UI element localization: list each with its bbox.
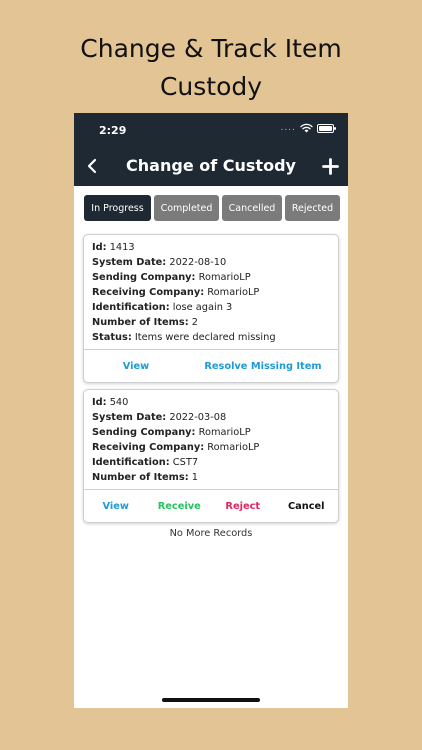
home-indicator[interactable] bbox=[162, 698, 260, 702]
tab-rejected[interactable]: Rejected bbox=[285, 195, 340, 221]
promo-headline: Change & Track Item Custody bbox=[0, 30, 422, 106]
status-icons: .... bbox=[280, 123, 336, 133]
record-details: Id: 540 System Date: 2022-03-08 Sending … bbox=[84, 390, 338, 489]
reject-button[interactable]: Reject bbox=[211, 501, 275, 512]
record-field: Sending Company: RomarioLP bbox=[92, 272, 251, 283]
record-field: Identification: CST7 bbox=[92, 457, 199, 468]
view-button[interactable]: View bbox=[84, 361, 188, 372]
record-field: Id: 540 bbox=[92, 397, 129, 408]
chevron-left-icon bbox=[87, 158, 97, 174]
record-field: Number of Items: 1 bbox=[92, 472, 198, 483]
record-field: Receiving Company: RomarioLP bbox=[92, 442, 260, 453]
record-field: Number of Items: 2 bbox=[92, 317, 198, 328]
page-title: Change of Custody bbox=[126, 156, 296, 175]
custody-record-card: Id: 1413 System Date: 2022-08-10 Sending… bbox=[83, 234, 339, 383]
tab-completed[interactable]: Completed bbox=[154, 195, 219, 221]
record-actions: View Resolve Missing Item bbox=[84, 349, 338, 382]
record-actions: View Receive Reject Cancel bbox=[84, 489, 338, 522]
promo-headline-line2: Custody bbox=[159, 72, 263, 101]
no-more-records-text: No More Records bbox=[169, 528, 253, 539]
status-time: 2:29 bbox=[99, 124, 127, 137]
add-record-button[interactable] bbox=[320, 155, 340, 177]
record-field: Id: 1413 bbox=[92, 242, 135, 253]
receive-button[interactable]: Receive bbox=[148, 501, 212, 512]
record-field: System Date: 2022-08-10 bbox=[92, 257, 227, 268]
battery-icon bbox=[317, 123, 336, 133]
record-field: Identification: lose again 3 bbox=[92, 302, 233, 313]
tab-cancelled[interactable]: Cancelled bbox=[222, 195, 282, 221]
wifi-icon bbox=[300, 123, 313, 133]
status-tabs: In Progress Completed Cancelled Rejected bbox=[84, 195, 340, 221]
app-header: 2:29 .... Change of Custody bbox=[74, 113, 348, 186]
tab-in-progress[interactable]: In Progress bbox=[84, 195, 151, 221]
plus-icon bbox=[321, 157, 339, 175]
phone-screen: 2:29 .... Change of Custody In Progress … bbox=[74, 113, 348, 708]
signal-icon: .... bbox=[280, 123, 296, 133]
record-details: Id: 1413 System Date: 2022-08-10 Sending… bbox=[84, 235, 338, 349]
record-field: Receiving Company: RomarioLP bbox=[92, 287, 260, 298]
back-button[interactable] bbox=[82, 155, 102, 177]
resolve-missing-item-button[interactable]: Resolve Missing Item bbox=[188, 361, 338, 372]
view-button[interactable]: View bbox=[84, 501, 148, 512]
cancel-button[interactable]: Cancel bbox=[275, 501, 339, 512]
record-field: Status: Items were declared missing bbox=[92, 332, 276, 343]
promo-headline-line1: Change & Track Item bbox=[80, 34, 342, 63]
custody-record-card: Id: 540 System Date: 2022-03-08 Sending … bbox=[83, 389, 339, 523]
record-field: System Date: 2022-03-08 bbox=[92, 412, 227, 423]
record-field: Sending Company: RomarioLP bbox=[92, 427, 251, 438]
